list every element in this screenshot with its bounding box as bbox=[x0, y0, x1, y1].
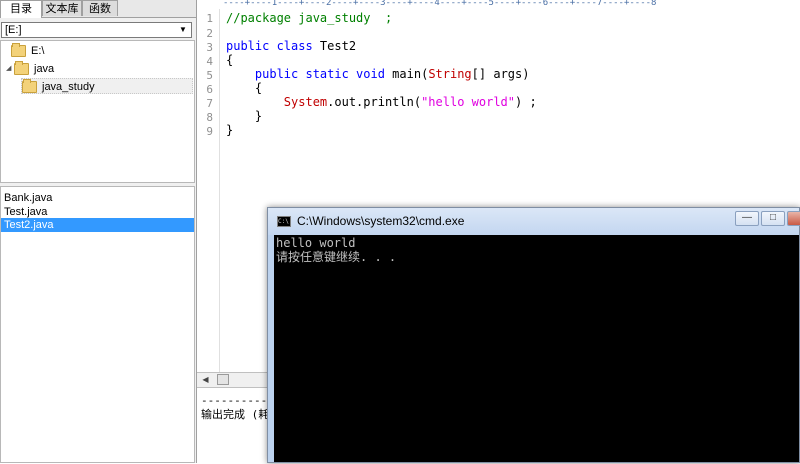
panel-tabs: 目录 文本库 函数 bbox=[0, 0, 196, 18]
expand-icon[interactable]: ◢ bbox=[6, 61, 14, 77]
column-ruler: ----+----1----+----2----+----3----+----4… bbox=[223, 0, 657, 8]
code-line-5: public static void main(String[] args) bbox=[226, 67, 530, 82]
tree-item-label: E:\ bbox=[31, 45, 45, 57]
string-token: "hello world" bbox=[421, 95, 515, 109]
chevron-down-icon[interactable]: ▼ bbox=[177, 24, 189, 36]
identifier-token: Test2 bbox=[312, 39, 357, 53]
line-number: 5 bbox=[206, 69, 213, 82]
type-token: System bbox=[283, 95, 328, 109]
tab-text-library[interactable]: 文本库 bbox=[42, 0, 82, 16]
scroll-left-icon[interactable]: ◀ bbox=[200, 374, 211, 385]
file-item-test2[interactable]: Test2.java bbox=[1, 218, 194, 232]
code-line-8: } bbox=[226, 109, 263, 123]
code-line-1: //package java_study ; bbox=[226, 11, 393, 25]
line-number: 4 bbox=[206, 55, 213, 68]
keyword-token: public class bbox=[226, 39, 313, 53]
cmd-title-bar[interactable]: C:\ C:\Windows\system32\cmd.exe — □ bbox=[268, 208, 800, 235]
cmd-window[interactable]: C:\ C:\Windows\system32\cmd.exe — □ hell… bbox=[267, 207, 800, 463]
identifier-token: main( bbox=[384, 67, 429, 81]
tree-item-label: java bbox=[34, 63, 55, 75]
output-line: ---------- bbox=[201, 394, 274, 407]
folder-open-icon bbox=[22, 79, 37, 94]
drive-select-value: [E:] bbox=[5, 24, 22, 36]
keyword-token: public static void bbox=[254, 67, 385, 81]
indent-token bbox=[226, 95, 284, 109]
line-number: 2 bbox=[206, 27, 213, 40]
tree-item-label: java_study bbox=[42, 81, 95, 93]
identifier-token: ) ; bbox=[515, 95, 537, 109]
output-line: 输出完成 (耗 bbox=[201, 408, 270, 421]
line-number: 3 bbox=[206, 41, 213, 54]
line-number-gutter: 1 2 3 4 5 6 7 8 9 bbox=[197, 9, 220, 372]
file-item-bank[interactable]: Bank.java bbox=[1, 191, 194, 205]
console-line: 请按任意键继续. . . bbox=[276, 250, 397, 264]
tree-item-java[interactable]: ◢ java bbox=[6, 61, 54, 77]
tree-item-drive[interactable]: E:\ bbox=[11, 43, 44, 59]
minimize-button[interactable]: — bbox=[735, 211, 759, 226]
folder-icon bbox=[11, 43, 26, 58]
identifier-token: [] args) bbox=[471, 67, 530, 81]
maximize-button[interactable]: □ bbox=[761, 211, 785, 226]
indent-token bbox=[226, 67, 255, 81]
close-button[interactable] bbox=[787, 211, 800, 226]
tab-functions[interactable]: 函数 bbox=[82, 0, 118, 16]
tab-directory[interactable]: 目录 bbox=[0, 0, 42, 18]
scroll-thumb[interactable] bbox=[217, 374, 229, 385]
code-line-7: System.out.println("hello world") ; bbox=[226, 95, 537, 110]
code-line-3: public class Test2 bbox=[226, 39, 356, 54]
code-line-4: { bbox=[226, 53, 234, 67]
left-panel: 目录 文本库 函数 [E:] ▼ E:\ ◢ java java_study Ba… bbox=[0, 0, 197, 463]
cmd-app-icon: C:\ bbox=[277, 216, 291, 227]
line-number: 6 bbox=[206, 83, 213, 96]
type-token: String bbox=[428, 67, 472, 81]
line-number: 7 bbox=[206, 97, 213, 110]
console-output[interactable]: hello world 请按任意键继续. . . bbox=[274, 235, 799, 462]
folder-icon bbox=[14, 61, 29, 76]
line-number: 1 bbox=[206, 12, 213, 25]
code-line-6: { bbox=[226, 81, 263, 95]
identifier-token: .out.println( bbox=[327, 95, 422, 109]
console-line: hello world bbox=[276, 236, 356, 250]
line-number: 9 bbox=[206, 125, 213, 138]
file-item-test[interactable]: Test.java bbox=[1, 205, 194, 219]
file-list: Bank.java Test.java Test2.java bbox=[0, 186, 195, 463]
cmd-window-title: C:\Windows\system32\cmd.exe bbox=[297, 214, 465, 228]
drive-select[interactable]: [E:] ▼ bbox=[1, 22, 192, 38]
line-number: 8 bbox=[206, 111, 213, 124]
code-line-9: } bbox=[226, 123, 234, 137]
folder-tree: E:\ ◢ java java_study bbox=[0, 40, 195, 183]
tree-item-java-study[interactable]: java_study bbox=[21, 78, 193, 94]
